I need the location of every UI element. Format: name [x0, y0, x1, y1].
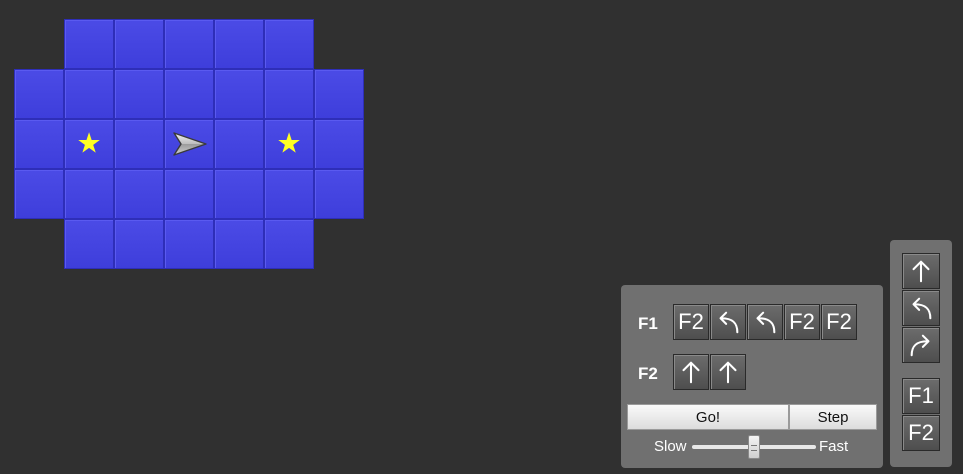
board-tile	[14, 119, 64, 169]
board-tile	[114, 119, 164, 169]
board-tile	[264, 169, 314, 219]
call-f2-slot[interactable]: F2	[821, 304, 857, 340]
board-tile	[214, 219, 264, 269]
turn-left-icon	[714, 308, 742, 336]
board-tile	[314, 119, 364, 169]
program-panel: F1 F2 F2 F2 F2 Go! Step Slow Fast	[621, 285, 883, 468]
turn-left-icon	[751, 308, 779, 336]
forward-arrow-slot[interactable]	[710, 354, 746, 390]
board-tile	[64, 219, 114, 269]
board-tile	[214, 19, 264, 69]
board-tile	[214, 169, 264, 219]
speed-fast-label: Fast	[819, 438, 849, 455]
board-tile	[264, 69, 314, 119]
forward-arrow-icon	[907, 257, 935, 285]
board-tile	[164, 169, 214, 219]
ship-icon	[173, 132, 207, 156]
palette-f1-button[interactable]: F1	[902, 378, 940, 414]
go-button[interactable]: Go!	[627, 404, 789, 430]
palette-turn-right-button[interactable]	[902, 327, 940, 363]
turn-left-slot[interactable]	[710, 304, 746, 340]
board-tile	[314, 69, 364, 119]
board-tile	[164, 19, 214, 69]
palette-f2-button[interactable]: F2	[902, 415, 940, 451]
board-tile	[114, 69, 164, 119]
board-tile	[264, 219, 314, 269]
board-tile	[164, 69, 214, 119]
board-tile	[214, 69, 264, 119]
board-tile	[64, 69, 114, 119]
forward-arrow-icon	[677, 358, 705, 386]
turn-right-icon	[907, 331, 935, 359]
palette-forward-arrow-button[interactable]	[902, 253, 940, 289]
board-tile	[14, 169, 64, 219]
star-icon: ★	[276, 127, 302, 159]
board-tile	[114, 219, 164, 269]
command-palette: F1 F2	[890, 240, 952, 467]
board-tile	[314, 169, 364, 219]
board-tile	[14, 69, 64, 119]
board-tile	[114, 169, 164, 219]
board-tile	[64, 19, 114, 69]
board-tile	[214, 119, 264, 169]
turn-left-icon	[907, 294, 935, 322]
forward-arrow-slot[interactable]	[673, 354, 709, 390]
game-stage: ★ ★ F1 F2 F2 F2 F2 Go! Step Slow Fast F1 F2	[0, 0, 963, 474]
board-tile	[164, 219, 214, 269]
board-tile	[264, 19, 314, 69]
forward-arrow-icon	[714, 358, 742, 386]
star-icon: ★	[76, 127, 102, 159]
step-button[interactable]: Step	[789, 404, 877, 430]
game-board: ★ ★	[0, 0, 400, 300]
palette-turn-left-button[interactable]	[902, 290, 940, 326]
board-tile	[114, 19, 164, 69]
speed-slider-thumb[interactable]	[748, 435, 760, 459]
f2-row-label: F2	[638, 364, 658, 383]
call-f2-slot[interactable]: F2	[784, 304, 820, 340]
speed-slow-label: Slow	[654, 438, 687, 455]
call-f2-slot[interactable]: F2	[673, 304, 709, 340]
f1-row-label: F1	[638, 314, 658, 333]
board-tile	[64, 169, 114, 219]
turn-left-slot[interactable]	[747, 304, 783, 340]
